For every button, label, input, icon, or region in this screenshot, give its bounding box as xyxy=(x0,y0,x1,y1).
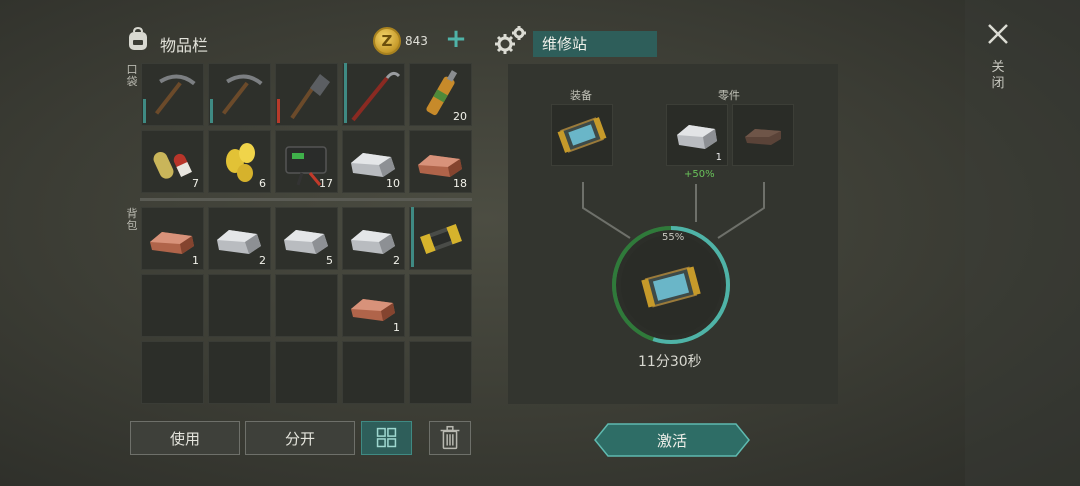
pockets-slot[interactable]: 20 xyxy=(409,63,472,126)
item-count: 18 xyxy=(453,177,467,190)
backpack-icon xyxy=(129,26,147,50)
backpack-slot[interactable] xyxy=(342,341,405,404)
item-count: 20 xyxy=(453,110,467,123)
pockets-slot[interactable]: 17 xyxy=(275,130,338,193)
use-button[interactable]: 使用 xyxy=(130,421,240,455)
backpack-slot[interactable] xyxy=(141,274,204,337)
pockets-slot[interactable] xyxy=(208,63,271,126)
progress-percent: 55% xyxy=(662,232,685,243)
pockets-slot[interactable]: 18 xyxy=(409,130,472,193)
durability-bar xyxy=(344,63,347,123)
inventory-title: 物品栏 xyxy=(160,36,209,55)
item-count: 2 xyxy=(259,254,266,267)
pockets-slot[interactable] xyxy=(141,63,204,126)
part-slot-1[interactable]: 1 xyxy=(666,104,728,166)
item-count: 2 xyxy=(393,254,400,267)
backpack-slot[interactable] xyxy=(275,341,338,404)
pockets-slot[interactable]: 10 xyxy=(342,130,405,193)
backpack-slot[interactable]: 5 xyxy=(275,207,338,270)
durability-bar xyxy=(277,99,280,123)
part-count: 1 xyxy=(715,152,722,163)
sort-grid-button[interactable] xyxy=(361,421,412,455)
equipment-slot[interactable] xyxy=(551,104,613,166)
repair-station-title: 维修站 xyxy=(533,31,657,57)
copper-ingot-icon xyxy=(745,129,781,145)
durability-bar xyxy=(210,99,213,123)
parts-label: 零件 xyxy=(718,89,740,102)
shovel-icon xyxy=(290,74,330,120)
pickaxe-icon xyxy=(154,74,196,115)
pickaxe-icon xyxy=(221,74,263,115)
section-divider xyxy=(140,198,472,201)
backpack-slot[interactable] xyxy=(208,274,271,337)
close-icon[interactable] xyxy=(984,20,1012,48)
split-button[interactable]: 分开 xyxy=(245,421,355,455)
item-count: 6 xyxy=(259,177,266,190)
backpack-slot[interactable] xyxy=(409,274,472,337)
toolbox-icon xyxy=(557,117,607,153)
backpack-slot[interactable] xyxy=(409,207,472,270)
item-count: 17 xyxy=(319,177,333,190)
backpack-label: 背包 xyxy=(126,207,138,232)
backpack-slot[interactable]: 1 xyxy=(141,207,204,270)
backpack-slot[interactable] xyxy=(208,341,271,404)
durability-bar xyxy=(143,99,146,123)
coin-icon: Z xyxy=(373,27,401,55)
item-count: 1 xyxy=(393,321,400,334)
backpack-slot[interactable] xyxy=(141,341,204,404)
gears-icon xyxy=(495,26,526,54)
pockets-slot[interactable] xyxy=(342,63,405,126)
durability-bar xyxy=(411,207,414,267)
part-slot-2[interactable] xyxy=(732,104,794,166)
pockets-label: 口袋 xyxy=(126,63,138,88)
activate-button[interactable] xyxy=(594,423,750,457)
coin-amount: 843 xyxy=(405,34,428,48)
crowbar-icon xyxy=(351,71,401,122)
item-count: 7 xyxy=(192,177,199,190)
repair-timer: 11分30秒 xyxy=(638,354,702,370)
backpack-slot[interactable]: 1 xyxy=(342,274,405,337)
backpack-slot[interactable] xyxy=(275,274,338,337)
item-count: 1 xyxy=(192,254,199,267)
item-count: 5 xyxy=(326,254,333,267)
pockets-slot[interactable] xyxy=(275,63,338,126)
backpack-slot[interactable]: 2 xyxy=(342,207,405,270)
close-label[interactable]: 关闭 xyxy=(990,60,1006,92)
add-coins-button[interactable]: + xyxy=(445,26,467,52)
right-sidebar xyxy=(965,0,1080,486)
toolbox-icon xyxy=(420,224,462,254)
backpack-slot[interactable]: 2 xyxy=(208,207,271,270)
equipment-label: 装备 xyxy=(570,89,592,102)
pockets-slot[interactable]: 7 xyxy=(141,130,204,193)
item-count: 10 xyxy=(386,177,400,190)
backpack-slot[interactable] xyxy=(409,341,472,404)
pockets-slot[interactable]: 6 xyxy=(208,130,271,193)
trash-icon[interactable] xyxy=(429,421,471,455)
